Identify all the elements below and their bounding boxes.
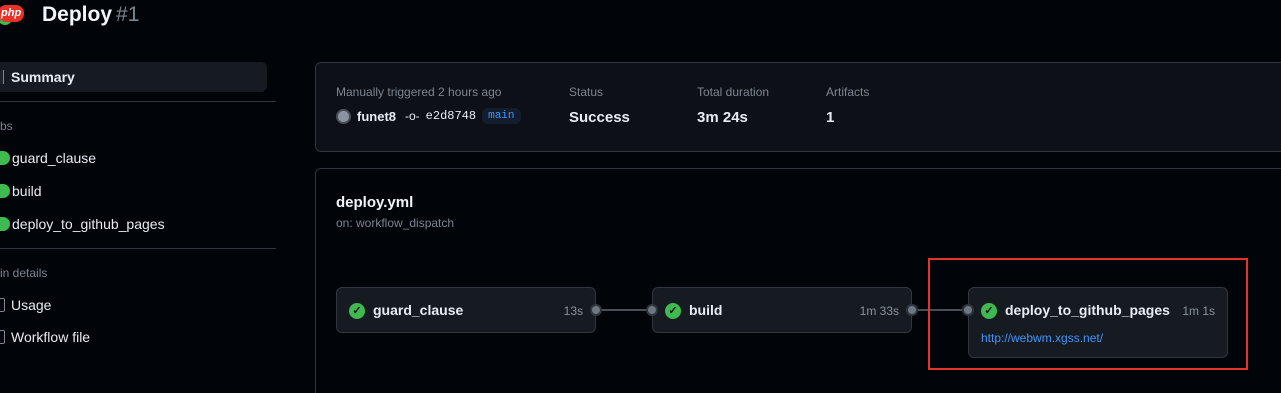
run-details-heading: in details [0,266,48,280]
sidebar-item-label: build [12,183,42,199]
divider [0,248,276,249]
job-node-guard-clause[interactable]: ✓ guard_clause 13s [336,287,602,333]
run-title: php Deploy #1 [0,0,139,30]
workflow-trigger: on: workflow_dispatch [336,216,455,230]
highlight-annotation [928,258,1248,370]
duration-value: 3m 24s [697,109,748,126]
status-icon: php [0,5,25,25]
job-duration: 1m 33s [859,304,899,318]
sidebar-item-workflow-file[interactable]: Workflow file [0,322,90,352]
workflow-name: Deploy [42,3,113,26]
workflow-run-page: php Deploy #1 Summary bs guard_clause bu… [0,0,1281,393]
sidebar-item-job[interactable]: deploy_to_github_pages [0,209,165,239]
sidebar-item-label: Summary [11,69,75,85]
trigger-column: Manually triggered 2 hours ago funet8 -o… [336,85,521,124]
git-commit-icon: -o- [405,109,420,123]
commit-sha-link[interactable]: e2d8748 [426,109,476,123]
success-icon [0,151,10,165]
artifacts-column: Artifacts 1 [826,85,869,126]
status-value: Success [569,109,630,126]
status-label: Status [569,85,604,99]
php-badge: php [0,5,25,22]
trigger-label: Manually triggered 2 hours ago [336,85,502,99]
sidebar-item-summary[interactable]: Summary [0,62,267,92]
success-icon [0,184,10,198]
sidebar-item-label: deploy_to_github_pages [12,216,165,232]
output-port [590,304,602,316]
artifacts-label: Artifacts [826,85,870,99]
sidebar-item-label: Usage [11,297,52,313]
avatar[interactable] [336,108,351,124]
duration-column: Total duration 3m 24s [697,85,769,126]
sidebar-item-label: Workflow file [11,329,91,345]
run-number: #1 [116,3,140,26]
job-name: guard_clause [373,302,464,318]
workflow-file-name: deploy.yml [336,194,414,211]
job-name: build [689,302,723,318]
duration-label: Total duration [697,85,770,99]
check-icon: ✓ [349,303,365,319]
divider [0,101,276,102]
job-node-build[interactable]: ✓ build 1m 33s [646,287,918,333]
actor-link[interactable]: funet8 [357,109,396,124]
output-port [906,304,918,316]
sidebar-item-job[interactable]: build [0,176,42,206]
clock-icon [0,298,5,312]
home-icon [0,70,4,84]
sidebar-item-usage[interactable]: Usage [0,290,51,320]
branch-badge[interactable]: main [482,108,521,124]
input-port [646,304,658,316]
check-icon: ✓ [665,303,681,319]
job-connector [602,309,648,311]
status-column: Status Success [569,85,630,126]
success-icon [0,217,10,231]
sidebar-item-job[interactable]: guard_clause [0,143,96,173]
job-duration: 13s [563,304,583,318]
jobs-heading: bs [0,119,13,133]
sidebar-item-label: guard_clause [12,150,97,166]
artifacts-value[interactable]: 1 [826,109,869,126]
run-summary-card: Manually triggered 2 hours ago funet8 -o… [315,62,1281,152]
file-icon [0,330,5,344]
